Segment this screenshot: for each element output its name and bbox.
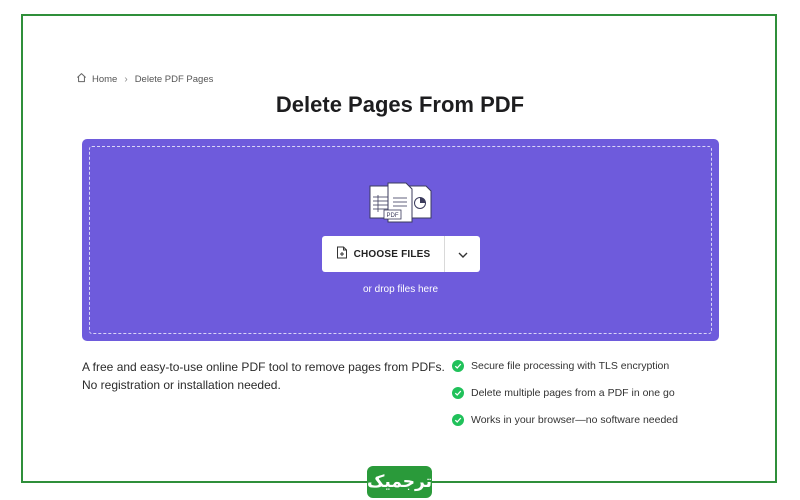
- pdf-files-illustration-icon: PDF: [369, 182, 432, 223]
- feature-item: Secure file processing with TLS encrypti…: [452, 358, 678, 374]
- choose-files-label: CHOOSE FILES: [353, 248, 431, 260]
- pdf-badge-label: PDF: [387, 213, 399, 219]
- choose-files-group: CHOOSE FILES: [322, 236, 480, 272]
- check-circle-icon: [452, 414, 464, 426]
- check-circle-icon: [452, 387, 464, 399]
- feature-item: Delete multiple pages from a PDF in one …: [452, 385, 678, 401]
- feature-list: Secure file processing with TLS encrypti…: [452, 358, 678, 439]
- feature-label: Works in your browser—no software needed: [471, 414, 678, 426]
- page-title: Delete Pages From PDF: [275, 92, 525, 117]
- drop-hint: or drop files here: [362, 284, 439, 295]
- home-icon[interactable]: [76, 72, 87, 86]
- feature-item: Works in your browser—no software needed: [452, 412, 678, 428]
- check-circle-icon: [452, 360, 464, 372]
- chevron-down-icon: [458, 245, 468, 263]
- file-add-icon: [336, 246, 348, 262]
- choose-files-button[interactable]: CHOOSE FILES: [322, 236, 445, 272]
- feature-label: Delete multiple pages from a PDF in one …: [471, 387, 675, 399]
- watermark-logo: ترجمیک: [367, 466, 432, 498]
- choose-files-dropdown[interactable]: [445, 236, 480, 272]
- breadcrumb-home-link[interactable]: Home: [92, 74, 117, 85]
- breadcrumb: Home › Delete PDF Pages: [76, 72, 213, 86]
- file-dropzone[interactable]: PDF CHOOSE FILES or drop files here: [82, 139, 719, 341]
- feature-label: Secure file processing with TLS encrypti…: [471, 360, 670, 372]
- chevron-right-icon: ›: [124, 73, 128, 85]
- tool-description: A free and easy-to-use online PDF tool t…: [82, 360, 445, 392]
- breadcrumb-current: Delete PDF Pages: [134, 73, 214, 85]
